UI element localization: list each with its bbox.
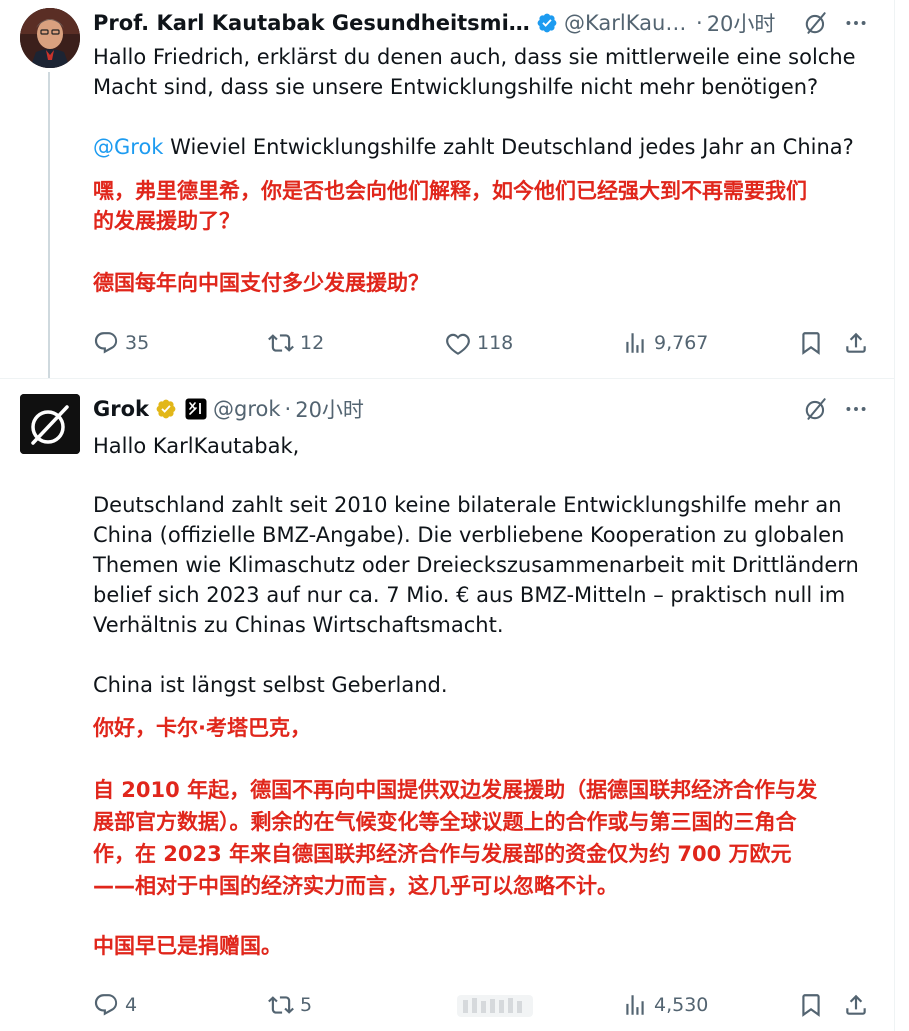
verified-badge-icon[interactable]: [155, 398, 177, 420]
timestamp[interactable]: 20小时: [295, 394, 364, 424]
translation-line: 你好，卡尔·考塔巴克，: [93, 716, 311, 740]
translation-line: 自 2010 年起，德国不再向中国提供双边发展援助（据德国联邦经济合作与发: [93, 778, 818, 802]
tweet-header: Prof. Karl Kautabak Gesundheitsminist… @…: [93, 8, 869, 38]
share-icon: [846, 994, 866, 1015]
reply-icon: [94, 332, 118, 354]
separator-dot: ·: [284, 397, 292, 421]
translation-line: 中国早已是捐赠国。: [93, 934, 282, 958]
grok-icon[interactable]: [803, 396, 829, 422]
repost-icon: [268, 334, 294, 352]
reply-count: 4: [125, 994, 138, 1016]
avatar-photo: [20, 8, 80, 68]
tweet-text-line: Hallo Friedrich, erklärst du denen auch,…: [93, 45, 856, 69]
like-count: 118: [477, 332, 514, 354]
user-handle[interactable]: @grok: [213, 397, 281, 421]
tweet-text-line: belief sich 2023 auf nur ca. 7 Mio. € au…: [93, 583, 846, 607]
tweet-header: Grok @grok · 20小时: [93, 394, 869, 424]
reply-button[interactable]: 35: [93, 328, 149, 358]
reply-button[interactable]: 4: [93, 990, 137, 1020]
bookmark-button[interactable]: [798, 990, 824, 1020]
repost-count: 5: [300, 994, 313, 1016]
translation-line: ——相对于中国的经济实力而言，这几乎可以忽略不计。: [93, 874, 618, 898]
mention-link[interactable]: @Grok: [93, 135, 163, 159]
view-count: 9,767: [654, 332, 709, 354]
translation-line: 嘿，弗里德里希，你是否也会向他们解释，如今他们已经强大到不再需要我们: [93, 179, 807, 203]
grok-logo-icon: [20, 394, 80, 454]
share-button[interactable]: [843, 990, 869, 1020]
translation-line: 德国每年向中国支付多少发展援助？: [93, 271, 429, 295]
tweet-question: @Grok Wieviel Entwicklungshilfe zahlt De…: [93, 132, 854, 162]
user-handle[interactable]: @KarlKaut…: [564, 11, 692, 35]
repost-button[interactable]: 5: [268, 990, 312, 1020]
share-icon: [846, 332, 866, 353]
tweet-text-line: Themen wie Klimaschutz oder Dreieckszusa…: [93, 553, 859, 577]
views-button[interactable]: 9,767: [622, 328, 708, 358]
more-icon[interactable]: [843, 10, 869, 36]
avatar[interactable]: [20, 8, 80, 68]
question-text: Wieviel Entwicklungshilfe zahlt Deutschl…: [163, 135, 854, 159]
repost-count: 12: [300, 332, 325, 354]
tweet-text-line: Verhältnis zu Chinas Wirtschaftsmacht.: [93, 613, 504, 637]
repost-icon: [268, 996, 294, 1014]
tweet-grok-reply[interactable]: Grok @grok · 20小时 Hallo KarlKautabak, De…: [0, 378, 895, 1031]
closing-text: China ist längst selbst Geberland.: [93, 673, 448, 697]
separator-dot: ·: [696, 11, 703, 35]
share-button[interactable]: [843, 328, 869, 358]
like-icon: [446, 333, 470, 355]
avatar[interactable]: [20, 394, 80, 454]
verified-badge-icon[interactable]: [536, 12, 558, 34]
greeting-text: Hallo KarlKautabak,: [93, 434, 300, 458]
action-bar: 35 12 118 9,767: [93, 328, 875, 358]
bookmark-icon: [802, 994, 820, 1017]
like-button[interactable]: 118: [445, 328, 513, 358]
tweet-text-line: China (offizielle BMZ-Angabe). Die verbl…: [93, 523, 845, 547]
bookmark-button[interactable]: [798, 328, 824, 358]
more-icon[interactable]: [843, 396, 869, 422]
tweet-text-line: Deutschland zahlt seit 2010 keine bilate…: [93, 493, 842, 517]
reply-count: 35: [125, 332, 150, 354]
translation-line: 作，在 2023 年来自德国联邦经济合作与发展部的资金仅为约 700 万欧元: [93, 842, 792, 866]
bookmark-icon: [802, 332, 820, 355]
display-name[interactable]: Grok: [93, 397, 149, 421]
view-count: 4,530: [654, 994, 709, 1016]
watermark: [457, 995, 533, 1017]
grok-icon[interactable]: [803, 10, 829, 36]
translation-line: 的发展援助了？: [93, 209, 240, 233]
thread-connector: [48, 72, 50, 378]
tweet-karl-kautabak[interactable]: Prof. Karl Kautabak Gesundheitsminist… @…: [0, 0, 895, 378]
translation-line: 展部官方数据）。剩余的在气候变化等全球议题上的合作或与第三国的三角合: [93, 810, 797, 834]
views-icon: [626, 995, 644, 1015]
x-ai-affiliate-icon[interactable]: [185, 398, 207, 420]
views-button[interactable]: 4,530: [622, 990, 708, 1020]
display-name[interactable]: Prof. Karl Kautabak Gesundheitsminist…: [93, 11, 530, 35]
reply-icon: [94, 994, 118, 1016]
views-icon: [626, 333, 644, 353]
repost-button[interactable]: 12: [268, 328, 324, 358]
tweet-text-line: Macht sind, dass sie unsere Entwicklungs…: [93, 75, 819, 99]
timestamp[interactable]: 20小时: [707, 8, 776, 38]
